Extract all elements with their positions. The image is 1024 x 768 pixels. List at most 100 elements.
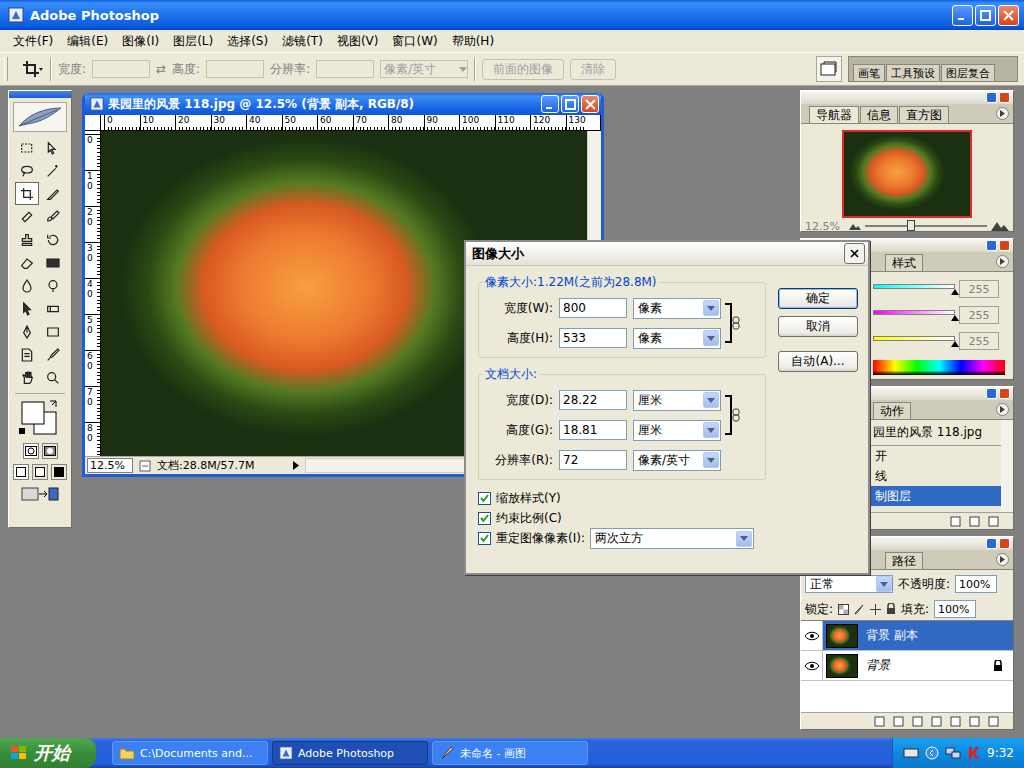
dialog-button[interactable]: 自动(A)... — [778, 351, 858, 372]
opacity-field[interactable]: 100% — [955, 575, 997, 593]
field-input[interactable]: 28.22 — [559, 390, 627, 410]
app-title-bar[interactable]: Adobe Photoshop — [0, 0, 1024, 30]
vertical-ruler[interactable]: 01020304050607080 — [85, 131, 101, 456]
screen-mode-button[interactable] — [13, 464, 29, 480]
menu-item[interactable]: 编辑(E) — [60, 33, 115, 50]
option-button[interactable]: 清除 — [570, 59, 616, 80]
antivirus-icon[interactable] — [967, 746, 981, 760]
palette-well-tab[interactable]: 工具预设 — [886, 64, 940, 81]
tool-button[interactable] — [15, 274, 39, 297]
color-spectrum[interactable] — [873, 360, 1005, 375]
swap-button[interactable]: ⇄ — [156, 62, 166, 76]
status-menu-arrow-icon[interactable] — [293, 461, 299, 470]
resolution-unit-select[interactable]: 像素/英寸 — [380, 60, 468, 78]
tool-button[interactable] — [15, 159, 39, 182]
navigator-thumbnail[interactable] — [842, 130, 972, 218]
tool-button[interactable] — [41, 182, 65, 205]
palette-tab[interactable]: 直方图 — [899, 106, 949, 123]
palette-menu-button[interactable] — [996, 255, 1009, 268]
color-slider[interactable] — [873, 308, 955, 322]
dropdown-button[interactable] — [703, 452, 719, 468]
menu-item[interactable]: 帮助(H) — [445, 33, 501, 50]
unit-select[interactable]: 厘米 — [633, 390, 721, 411]
field-input[interactable]: 72 — [559, 450, 627, 470]
palette-action-icon[interactable] — [912, 716, 923, 727]
tool-button[interactable] — [15, 297, 39, 320]
dropdown-button[interactable] — [736, 531, 752, 547]
fill-field[interactable]: 100% — [934, 600, 976, 618]
palette-close-button[interactable] — [999, 240, 1010, 251]
option-input[interactable] — [316, 60, 374, 78]
slider-thumb[interactable] — [951, 289, 959, 295]
palette-close-button[interactable] — [999, 92, 1010, 103]
tool-button[interactable] — [15, 136, 39, 159]
quickmask-mode-button[interactable] — [42, 443, 58, 459]
dropdown-button[interactable] — [703, 330, 719, 346]
menu-item[interactable]: 滤镜(T) — [275, 33, 330, 50]
zoom-out-icon[interactable] — [849, 222, 861, 230]
palette-action-icon[interactable] — [969, 516, 980, 527]
layer-row[interactable]: 背景 — [801, 651, 1013, 681]
visibility-toggle[interactable] — [801, 651, 823, 680]
tool-button[interactable] — [41, 320, 65, 343]
palette-close-button[interactable] — [999, 388, 1010, 399]
horizontal-ruler[interactable]: 0102030405060708090100110120130 — [101, 115, 587, 131]
menu-item[interactable]: 文件(F) — [6, 33, 60, 50]
taskbar-button[interactable]: Adobe Photoshop — [272, 741, 428, 765]
lock-paint-icon[interactable] — [854, 604, 865, 615]
taskbar-button[interactable]: 未命名 - 画图 — [432, 741, 588, 765]
zoom-in-icon[interactable] — [991, 221, 1009, 231]
eye-icon[interactable] — [804, 661, 820, 671]
palette-minimize-button[interactable] — [986, 388, 997, 399]
menu-item[interactable]: 视图(V) — [330, 33, 386, 50]
unit-select[interactable]: 厘米 — [633, 420, 721, 441]
options-grip[interactable] — [4, 57, 8, 81]
screen-mode-button[interactable] — [51, 464, 67, 480]
layer-row[interactable]: 背景 副本 — [801, 621, 1013, 651]
screen-mode-button[interactable] — [32, 464, 48, 480]
minimize-button[interactable] — [541, 95, 559, 113]
checkbox[interactable] — [478, 512, 491, 525]
palette-action-icon[interactable] — [950, 516, 961, 527]
palette-tab[interactable]: 样式 — [885, 254, 923, 271]
maximize-button[interactable] — [975, 5, 996, 26]
tool-button[interactable] — [41, 159, 65, 182]
slider-thumb[interactable] — [907, 220, 915, 231]
tool-button[interactable] — [15, 366, 39, 389]
toolbox-header[interactable] — [9, 91, 71, 98]
color-swatches-icon[interactable] — [16, 398, 64, 438]
tool-button[interactable] — [41, 251, 65, 274]
palette-tab[interactable]: 动作 — [873, 402, 911, 419]
palette-well-tab[interactable]: 图层复合 — [941, 64, 995, 81]
tool-button[interactable] — [15, 251, 39, 274]
taskbar-button[interactable]: C:\Documents and... — [112, 741, 268, 765]
maximize-button[interactable] — [561, 95, 579, 113]
tool-button[interactable] — [41, 343, 65, 366]
resample-row[interactable]: 重定图像像素(I):两次立方 — [478, 528, 766, 549]
menu-item[interactable]: 选择(S) — [220, 33, 275, 50]
tool-button[interactable] — [15, 343, 39, 366]
slider-thumb[interactable] — [951, 341, 959, 347]
resample-select[interactable]: 两次立方 — [590, 528, 754, 549]
palette-minimize-button[interactable] — [986, 92, 997, 103]
palette-menu-button[interactable] — [996, 107, 1009, 120]
dropdown-button[interactable] — [703, 392, 719, 408]
field-input[interactable]: 18.81 — [559, 420, 627, 440]
tool-button[interactable] — [15, 182, 39, 205]
zoom-slider[interactable] — [865, 219, 987, 232]
feather-logo[interactable] — [13, 102, 67, 132]
palette-tab[interactable]: 路径 — [885, 552, 923, 569]
palette-menu-button[interactable] — [996, 403, 1009, 416]
document-title-bar[interactable]: 果园里的风景 118.jpg @ 12.5% (背景 副本, RGB/8) — [85, 93, 601, 115]
zoom-field[interactable]: 12.5% — [87, 458, 133, 473]
palette-action-icon[interactable] — [950, 716, 961, 727]
dropdown-button[interactable] — [703, 300, 719, 316]
tool-button[interactable] — [41, 366, 65, 389]
close-button[interactable] — [998, 5, 1019, 26]
slider-thumb[interactable] — [951, 315, 959, 321]
tool-button[interactable] — [41, 136, 65, 159]
menu-item[interactable]: 窗口(W) — [385, 33, 444, 50]
option-input[interactable] — [92, 60, 150, 78]
color-value[interactable]: 255 — [959, 306, 999, 324]
keyboard-icon[interactable] — [903, 747, 919, 759]
